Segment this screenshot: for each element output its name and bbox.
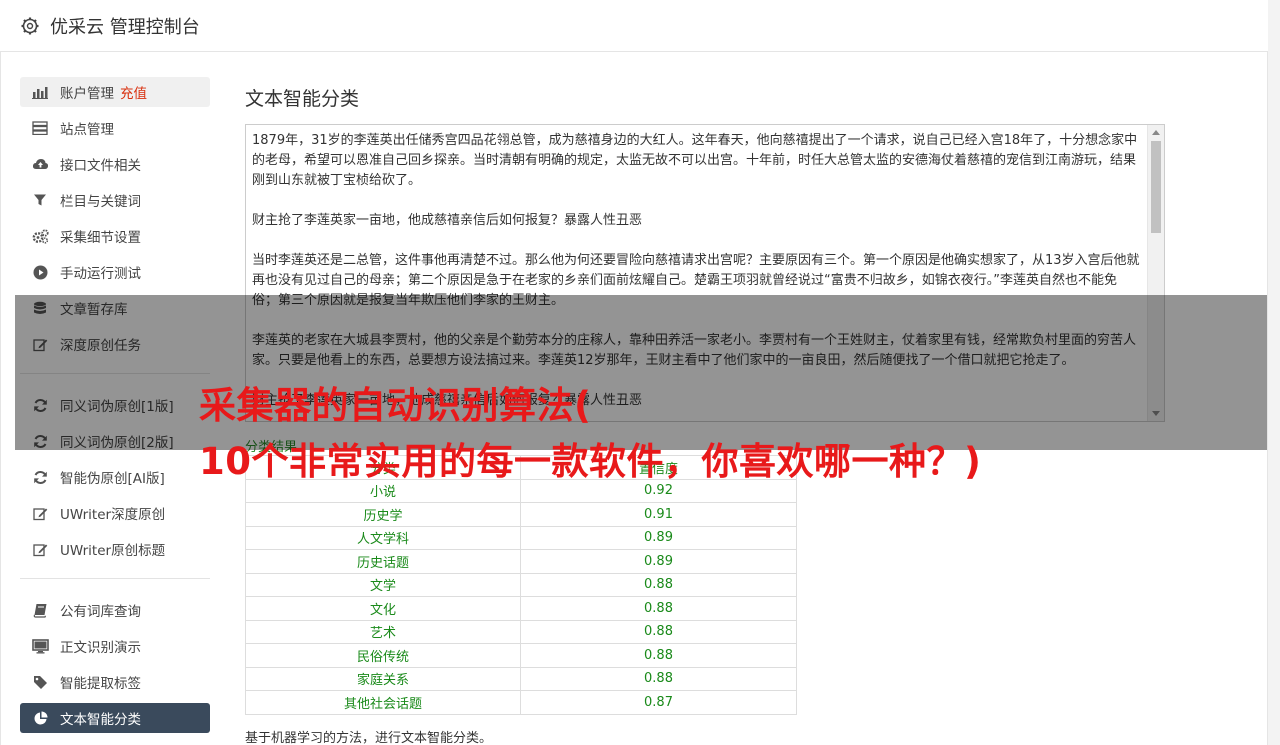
sidebar-divider xyxy=(20,578,210,579)
sidebar-item-label: 接口文件相关 xyxy=(60,158,141,174)
pie-chart-icon xyxy=(31,710,49,726)
sidebar-item-text-recognition[interactable]: 正文识别演示 xyxy=(20,631,210,661)
sidebar-item-label: UWriter深度原创 xyxy=(60,507,166,523)
sidebar-item-label: 文本智能分类 xyxy=(60,712,141,728)
category-cell: 家庭关系 xyxy=(245,666,521,691)
banner-line-2: 10个非常实用的每一款软件，你喜欢哪一种？) xyxy=(199,440,982,483)
sidebar-item-label: UWriter原创标题 xyxy=(60,543,166,559)
sidebar-item-public-lexicon[interactable]: 公有词库查询 xyxy=(20,595,210,625)
edit-icon xyxy=(31,541,49,557)
sidebar-item-label: 采集细节设置 xyxy=(60,230,141,246)
gears-icon xyxy=(31,228,49,244)
filter-icon xyxy=(31,192,49,208)
sidebar-item-collect-settings[interactable]: 采集细节设置 xyxy=(20,221,210,251)
sidebar-item-label: 公有词库查询 xyxy=(60,604,141,620)
sidebar-item-label: 站点管理 xyxy=(60,122,114,138)
article-paragraph: 1879年，31岁的李莲英出任储秀宫四品花翎总管，成为慈禧身边的大红人。这年春天… xyxy=(252,133,1138,188)
category-cell: 历史学 xyxy=(245,502,521,527)
table-row: 民俗传统 0.88 xyxy=(245,643,797,668)
banner-headline: 采集器的自动识别算法( 10个非常实用的每一款软件，你喜欢哪一种？) xyxy=(199,378,981,490)
gear-icon xyxy=(21,17,39,34)
confidence-cell: 0.88 xyxy=(520,643,797,668)
table-row: 其他社会话题 0.87 xyxy=(245,690,797,715)
bar-chart-icon xyxy=(31,84,49,100)
confidence-cell: 0.88 xyxy=(520,619,797,644)
sidebar-item-label: 智能伪原创[AI版] xyxy=(60,471,165,487)
confidence-cell: 0.88 xyxy=(520,572,797,597)
classification-table: 分类 置信度 小说 0.92 历史学 0.91 人文学科 0.89 历史话题 0.89 … xyxy=(245,455,797,715)
confidence-cell: 0.89 xyxy=(520,525,797,550)
cloud-upload-icon xyxy=(31,156,49,172)
sidebar-item-manual-run[interactable]: 手动运行测试 xyxy=(20,257,210,287)
page-title: 文本智能分类 xyxy=(245,88,360,110)
category-cell: 文化 xyxy=(245,596,521,621)
top-bar: 优采云 管理控制台 xyxy=(0,0,1268,52)
confidence-cell: 0.91 xyxy=(520,502,797,527)
monitor-icon xyxy=(31,638,49,654)
category-cell: 其他社会话题 xyxy=(245,690,521,715)
sidebar-item-ai-rewrite[interactable]: 智能伪原创[AI版] xyxy=(20,462,210,492)
confidence-cell: 0.87 xyxy=(520,690,797,715)
category-cell: 人文学科 xyxy=(245,525,521,550)
sidebar-item-label: 账户管理 xyxy=(60,86,114,102)
category-cell: 民俗传统 xyxy=(245,643,521,668)
confidence-cell: 0.88 xyxy=(520,666,797,691)
edit-icon xyxy=(31,505,49,521)
sidebar-item-uwriter-deep[interactable]: UWriter深度原创 xyxy=(20,498,210,528)
category-cell: 艺术 xyxy=(245,619,521,644)
method-note: 基于机器学习的方法，进行文本智能分类。 xyxy=(245,731,493,745)
sidebar-item-smart-tags[interactable]: 智能提取标签 xyxy=(20,667,210,697)
scrollbar-thumb[interactable] xyxy=(1151,141,1161,233)
table-row: 历史学 0.91 xyxy=(245,502,797,527)
table-row: 艺术 0.88 xyxy=(245,619,797,644)
sidebar-item-label: 正文识别演示 xyxy=(60,640,141,656)
tag-icon xyxy=(31,674,49,690)
category-cell: 文学 xyxy=(245,572,521,597)
sidebar-item-uwriter-title[interactable]: UWriter原创标题 xyxy=(20,534,210,564)
table-row: 家庭关系 0.88 xyxy=(245,666,797,691)
play-circle-icon xyxy=(31,264,49,280)
category-cell: 历史话题 xyxy=(245,549,521,574)
table-row: 历史话题 0.89 xyxy=(245,549,797,574)
sidebar-item-text-classification[interactable]: 文本智能分类 xyxy=(20,703,210,733)
sidebar-item-interface-files[interactable]: 接口文件相关 xyxy=(20,149,210,179)
app-title: 优采云 管理控制台 xyxy=(50,16,200,38)
sidebar-item-account[interactable]: 账户管理 充值 xyxy=(20,77,210,107)
table-row: 文化 0.88 xyxy=(245,596,797,621)
scroll-up-arrow-icon[interactable] xyxy=(1152,130,1160,135)
sidebar-item-sites[interactable]: 站点管理 xyxy=(20,113,210,143)
table-row: 人文学科 0.89 xyxy=(245,525,797,550)
article-paragraph: 财主抢了李莲英家一亩地，他成慈禧亲信后如何报复？暴露人性丑恶 xyxy=(252,213,643,228)
confidence-cell: 0.88 xyxy=(520,596,797,621)
table-row: 文学 0.88 xyxy=(245,572,797,597)
sidebar-item-columns-keywords[interactable]: 栏目与关键词 xyxy=(20,185,210,215)
book-icon xyxy=(31,602,49,618)
refresh-icon xyxy=(31,469,49,485)
main-content: 文本智能分类 1879年，31岁的李莲英出任储秀宫四品花翎总管，成为慈禧身边的大… xyxy=(245,84,1165,745)
sidebar-item-label: 智能提取标签 xyxy=(60,676,141,692)
banner-line-1: 采集器的自动识别算法( xyxy=(199,384,592,427)
sidebar-item-label: 手动运行测试 xyxy=(60,266,141,282)
sidebar-item-label: 栏目与关键词 xyxy=(60,194,141,210)
confidence-cell: 0.89 xyxy=(520,549,797,574)
recharge-link[interactable]: 充值 xyxy=(120,82,147,102)
server-icon xyxy=(31,120,49,136)
